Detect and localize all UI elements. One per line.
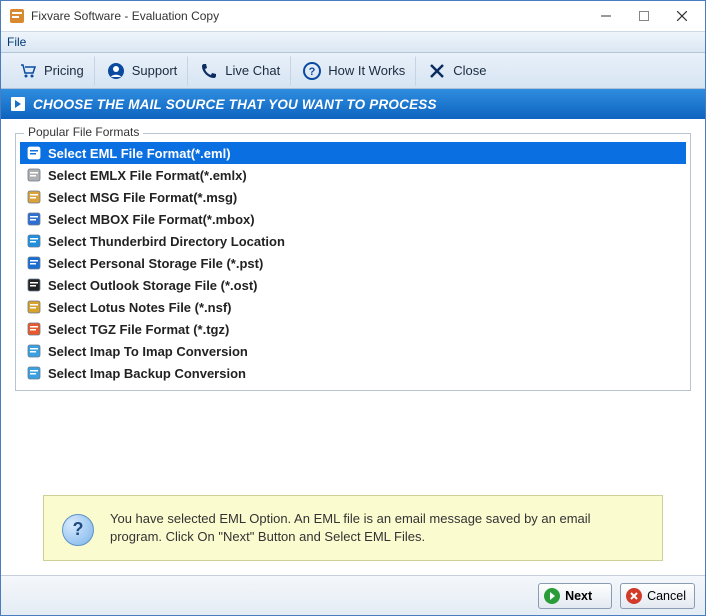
- info-panel: ? You have selected EML Option. An EML f…: [43, 495, 663, 561]
- format-item-thunderbird[interactable]: Select Thunderbird Directory Location: [20, 230, 686, 252]
- menubar: File: [1, 31, 705, 53]
- format-item-file-eml[interactable]: Select EML File Format(*.eml): [20, 142, 686, 164]
- pricing-button[interactable]: Pricing: [7, 56, 95, 86]
- next-label: Next: [565, 589, 592, 603]
- format-list: Select EML File Format(*.eml) Select EMLX…: [20, 142, 686, 384]
- window-buttons: [587, 2, 701, 30]
- arrow-right-icon: [11, 97, 25, 111]
- file-eml-icon: [26, 145, 42, 161]
- window-title: Fixvare Software - Evaluation Copy: [31, 9, 587, 23]
- close-label: Close: [453, 63, 486, 78]
- svg-text:?: ?: [309, 66, 316, 78]
- file-emlx-icon: [26, 167, 42, 183]
- close-button[interactable]: Close: [416, 56, 496, 86]
- format-label: Select TGZ File Format (*.tgz): [48, 322, 229, 337]
- info-icon: ?: [62, 514, 94, 546]
- cancel-x-icon: [625, 587, 643, 605]
- next-button[interactable]: Next: [538, 583, 612, 609]
- footer: Next Cancel: [1, 575, 705, 615]
- cart-icon: [18, 61, 38, 81]
- file-mbox-icon: [26, 211, 42, 227]
- headset-icon: [106, 61, 126, 81]
- livechat-button[interactable]: Live Chat: [188, 56, 291, 86]
- minimize-button[interactable]: [587, 2, 625, 30]
- format-item-file-tgz[interactable]: Select TGZ File Format (*.tgz): [20, 318, 686, 340]
- format-label: Select Imap To Imap Conversion: [48, 344, 248, 359]
- format-label: Select Lotus Notes File (*.nsf): [48, 300, 231, 315]
- cancel-button[interactable]: Cancel: [620, 583, 695, 609]
- question-icon: ?: [302, 61, 322, 81]
- lotus-nsf-icon: [26, 299, 42, 315]
- next-arrow-icon: [543, 587, 561, 605]
- format-label: Select EML File Format(*.eml): [48, 146, 231, 161]
- outlook-pst-icon: [26, 255, 42, 271]
- section-title: CHOOSE THE MAIL SOURCE THAT YOU WANT TO …: [33, 97, 437, 112]
- maximize-button[interactable]: [625, 2, 663, 30]
- thunderbird-icon: [26, 233, 42, 249]
- howitworks-button[interactable]: ? How It Works: [291, 56, 416, 86]
- cancel-label: Cancel: [647, 589, 686, 603]
- file-tgz-icon: [26, 321, 42, 337]
- section-header: CHOOSE THE MAIL SOURCE THAT YOU WANT TO …: [1, 89, 705, 119]
- spacer: [15, 405, 691, 481]
- support-button[interactable]: Support: [95, 56, 189, 86]
- titlebar: Fixvare Software - Evaluation Copy: [1, 1, 705, 31]
- close-icon: [427, 61, 447, 81]
- format-item-file-mbox[interactable]: Select MBOX File Format(*.mbox): [20, 208, 686, 230]
- format-item-imap-sync[interactable]: Select Imap To Imap Conversion: [20, 340, 686, 362]
- format-item-imap-backup[interactable]: Select Imap Backup Conversion: [20, 362, 686, 384]
- info-text: You have selected EML Option. An EML fil…: [110, 510, 644, 546]
- phone-icon: [199, 61, 219, 81]
- menu-file[interactable]: File: [7, 35, 26, 49]
- support-label: Support: [132, 63, 178, 78]
- format-item-outlook-pst[interactable]: Select Personal Storage File (*.pst): [20, 252, 686, 274]
- format-label: Select EMLX File Format(*.emlx): [48, 168, 247, 183]
- pricing-label: Pricing: [44, 63, 84, 78]
- howitworks-label: How It Works: [328, 63, 405, 78]
- toolbar: Pricing Support Live Chat ? How It Works…: [1, 53, 705, 89]
- file-msg-icon: [26, 189, 42, 205]
- imap-sync-icon: [26, 343, 42, 359]
- formats-groupbox: Popular File Formats Select EML File For…: [15, 133, 691, 391]
- imap-backup-icon: [26, 365, 42, 381]
- format-item-file-msg[interactable]: Select MSG File Format(*.msg): [20, 186, 686, 208]
- groupbox-legend: Popular File Formats: [24, 125, 143, 139]
- format-item-file-emlx[interactable]: Select EMLX File Format(*.emlx): [20, 164, 686, 186]
- format-item-lotus-nsf[interactable]: Select Lotus Notes File (*.nsf): [20, 296, 686, 318]
- close-window-button[interactable]: [663, 2, 701, 30]
- format-label: Select MSG File Format(*.msg): [48, 190, 237, 205]
- format-label: Select Thunderbird Directory Location: [48, 234, 285, 249]
- content-area: Popular File Formats Select EML File For…: [1, 119, 705, 575]
- format-label: Select MBOX File Format(*.mbox): [48, 212, 255, 227]
- format-label: Select Personal Storage File (*.pst): [48, 256, 263, 271]
- app-icon: [9, 8, 25, 24]
- livechat-label: Live Chat: [225, 63, 280, 78]
- outlook-ost-icon: [26, 277, 42, 293]
- format-label: Select Imap Backup Conversion: [48, 366, 246, 381]
- format-item-outlook-ost[interactable]: Select Outlook Storage File (*.ost): [20, 274, 686, 296]
- format-label: Select Outlook Storage File (*.ost): [48, 278, 257, 293]
